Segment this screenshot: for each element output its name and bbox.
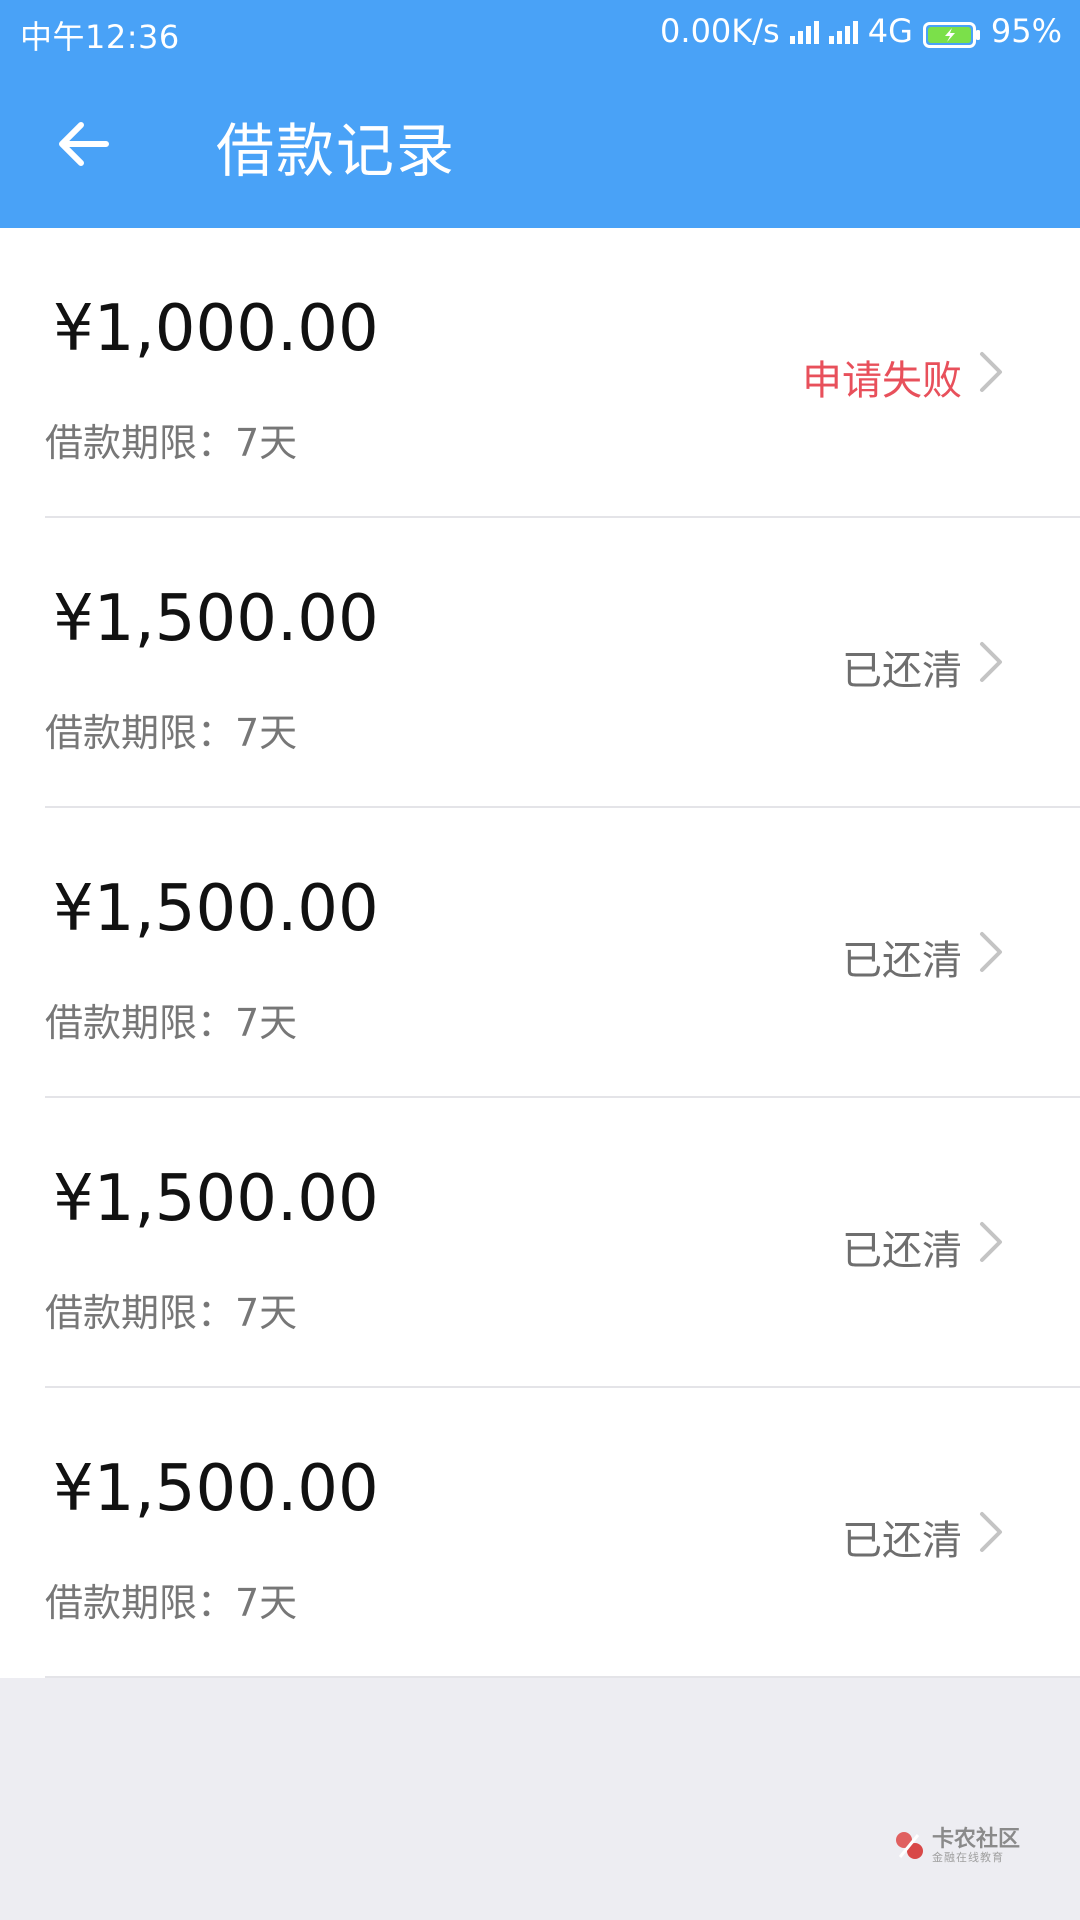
loan-status: 已还清 [842,1228,962,1274]
loan-term: 借款期限：7天 [45,1581,298,1625]
loan-status: 已还清 [842,1518,962,1564]
loan-amount: ¥1,500.00 [53,872,379,946]
loan-record-row[interactable]: ¥1,000.00 借款期限：7天 申请失败 [45,228,1080,518]
chevron-right-icon [980,932,1002,972]
page-title: 借款记录 [216,117,457,185]
chevron-right-icon [980,1222,1002,1262]
status-indicators: 0.00K/s 4G 95% [660,12,1062,50]
network-type: 4G [867,12,913,50]
loan-record-row[interactable]: ¥1,500.00 借款期限：7天 已还清 [45,518,1080,808]
nav-bar: 借款记录 [0,62,1080,228]
chevron-right-icon [980,352,1002,392]
loan-status: 申请失败 [802,358,962,404]
loan-amount: ¥1,500.00 [53,1452,379,1526]
loan-record-row[interactable]: ¥1,500.00 借款期限：7天 已还清 [45,1388,1080,1678]
loan-amount: ¥1,500.00 [53,582,379,656]
signal-icon [789,18,819,44]
loan-record-row[interactable]: ¥1,500.00 借款期限：7天 已还清 [45,808,1080,1098]
loan-term: 借款期限：7天 [45,1291,298,1335]
loan-status: 已还清 [842,648,962,694]
kanong-logo-icon [895,1831,923,1859]
app-header: 中午12:36 0.00K/s 4G 95% 借款记录 [0,0,1080,228]
network-speed: 0.00K/s [660,12,780,50]
loan-term: 借款期限：7天 [45,421,298,465]
back-button[interactable] [48,108,120,180]
arrow-left-icon [59,122,109,166]
chevron-right-icon [980,1512,1002,1552]
loan-record-row[interactable]: ¥1,500.00 借款期限：7天 已还清 [45,1098,1080,1388]
watermark: 卡农社区 金融在线教育 [892,1826,1020,1864]
loan-term: 借款期限：7天 [45,1001,298,1045]
loan-amount: ¥1,500.00 [53,1162,379,1236]
status-time: 中午12:36 [20,18,180,56]
watermark-subtitle: 金融在线教育 [931,1850,1004,1864]
battery-icon [922,18,981,48]
loan-record-list: ¥1,000.00 借款期限：7天 申请失败 ¥1,500.00 借款期限：7天… [0,228,1080,1678]
loan-term: 借款期限：7天 [45,711,298,755]
status-bar: 中午12:36 0.00K/s 4G 95% [0,0,1080,62]
battery-level: 95% [990,12,1062,50]
loan-status: 已还清 [842,938,962,984]
watermark-title: 卡农社区 [931,1826,1020,1852]
loan-amount: ¥1,000.00 [53,292,379,366]
signal-icon [828,18,858,44]
chevron-right-icon [980,642,1002,682]
